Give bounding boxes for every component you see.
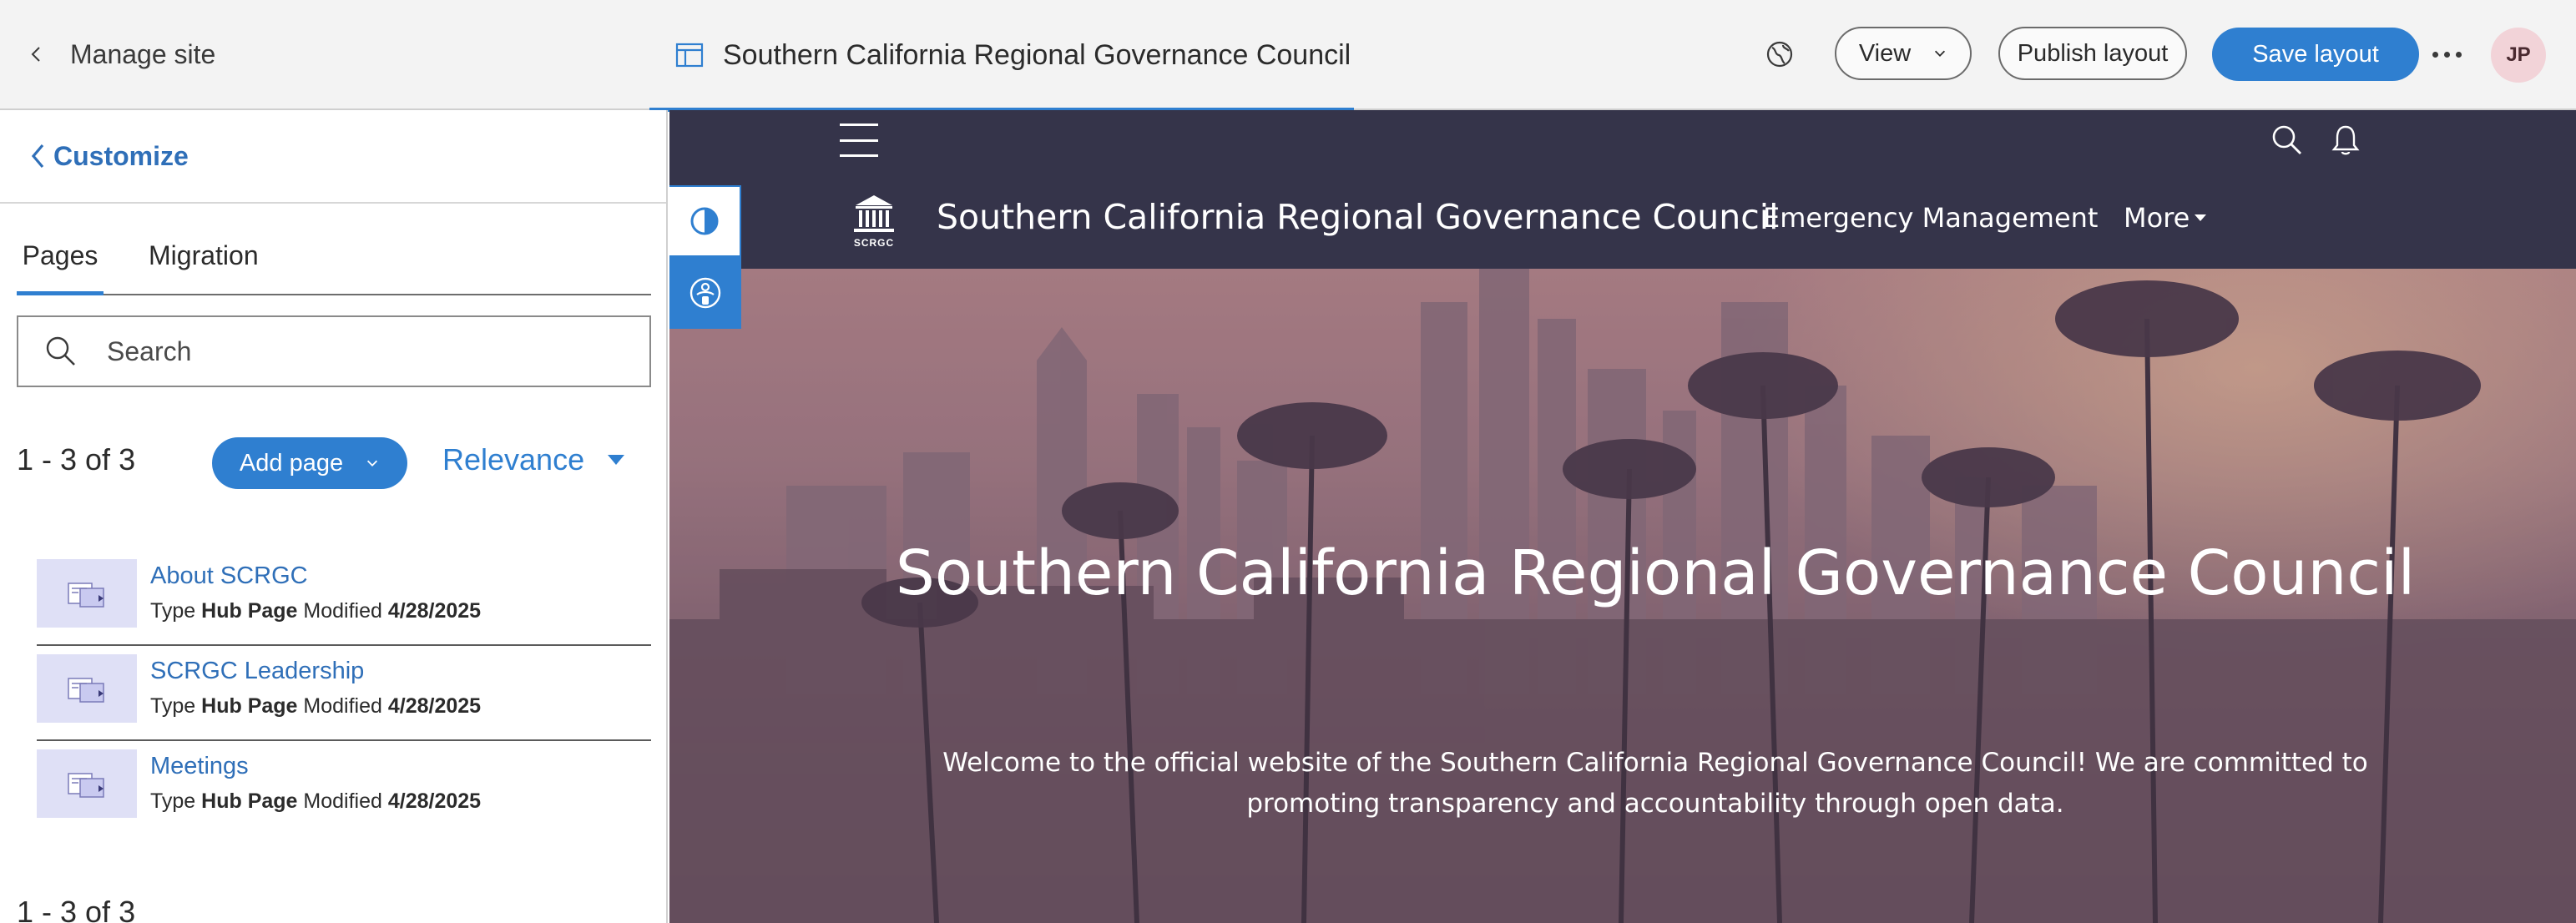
chevron-left-icon (31, 144, 44, 169)
view-label: View (1858, 39, 1912, 67)
hero-banner: Southern California Regional Governance … (669, 269, 2576, 923)
customize-panel: Customize Pages Migration 1 - 3 of 3 Add… (0, 110, 668, 923)
modified-label: Modified (303, 599, 382, 623)
modified-label: Modified (303, 789, 382, 813)
panel-tabs: Pages Migration (17, 235, 651, 295)
search-icon (46, 336, 75, 366)
tab-pages[interactable]: Pages (17, 235, 104, 295)
page-type: Hub Page (201, 694, 298, 718)
view-dropdown-button[interactable]: View (1835, 27, 1972, 80)
tab-migration[interactable]: Migration (149, 235, 259, 294)
page-title-link[interactable]: Meetings (150, 753, 249, 780)
site-tab-title: Southern California Regional Governance … (723, 38, 1351, 71)
language-globe-button[interactable] (1763, 27, 1796, 82)
bell-icon[interactable] (2331, 124, 2361, 157)
modified-label: Modified (303, 694, 382, 718)
chevron-down-icon (1935, 50, 1946, 57)
site-logo[interactable]: SCRGC (850, 194, 898, 252)
page-thumbnail-icon (68, 583, 104, 608)
contrast-toggle-button[interactable] (669, 185, 741, 257)
save-layout-label: Save layout (2252, 40, 2379, 68)
add-page-button[interactable]: Add page (212, 437, 407, 489)
publish-layout-label: Publish layout (2017, 39, 2169, 67)
page-type: Hub Page (201, 789, 298, 813)
hero-subtitle: Welcome to the official website of the S… (942, 748, 2368, 819)
sort-dropdown[interactable]: Relevance (442, 442, 625, 477)
publish-layout-button[interactable]: Publish layout (1998, 27, 2187, 80)
site-name[interactable]: Southern California Regional Governance … (937, 197, 1779, 237)
page-modified: 4/28/2025 (387, 789, 482, 813)
results-count-bottom: 1 - 3 of 3 (17, 895, 136, 923)
type-label: Type (150, 789, 196, 813)
list-item[interactable]: About SCRGC Type Hub Page Modified 4/28/… (37, 551, 651, 646)
layout-icon (675, 43, 704, 68)
sort-label: Relevance (442, 442, 585, 477)
pages-search (17, 315, 651, 387)
page-meta: Type Hub Page Modified 4/28/2025 (150, 789, 481, 814)
tab-migration-label: Migration (149, 240, 259, 270)
page-title-link[interactable]: SCRGC Leadership (150, 658, 364, 685)
list-item[interactable]: SCRGC Leadership Type Hub Page Modified … (37, 646, 651, 741)
nav-more-label: More (2124, 202, 2190, 234)
page-modified: 4/28/2025 (387, 694, 482, 718)
nav-link-emergency-management[interactable]: Emergency Management (1763, 202, 2098, 234)
site-tab[interactable]: Southern California Regional Governance … (649, 0, 1354, 112)
page-meta: Type Hub Page Modified 4/28/2025 (150, 599, 481, 623)
customize-back-button[interactable]: Customize (27, 135, 189, 177)
chevron-left-icon (31, 47, 40, 62)
page-title-link[interactable]: About SCRGC (150, 562, 308, 590)
manage-site-back-link[interactable]: Manage site (27, 33, 215, 75)
nav-more-dropdown[interactable]: More (2124, 202, 2207, 234)
accessibility-icon (689, 277, 721, 309)
top-header: Manage site Southern California Regional… (0, 0, 2576, 112)
page-thumbnail (37, 559, 137, 628)
page-thumbnail (37, 654, 137, 723)
type-label: Type (150, 694, 196, 718)
page-meta: Type Hub Page Modified 4/28/2025 (150, 694, 481, 719)
page-thumbnail-icon (68, 678, 104, 703)
type-label: Type (150, 599, 196, 623)
accessibility-button[interactable] (669, 257, 741, 329)
page-type: Hub Page (201, 599, 298, 623)
customize-label: Customize (53, 140, 189, 171)
search-input[interactable] (107, 335, 608, 367)
chevron-down-icon (367, 460, 378, 467)
hamburger-menu-icon[interactable] (840, 124, 878, 157)
panel-divider (0, 202, 666, 204)
tab-pages-label: Pages (22, 240, 98, 270)
site-navbar: SCRGC Southern California Regional Gover… (669, 110, 2576, 269)
avatar-initials: JP (2506, 43, 2531, 66)
search-icon[interactable] (2270, 124, 2304, 157)
capitol-building-icon (854, 195, 894, 232)
avatar[interactable]: JP (2491, 28, 2546, 83)
save-layout-button[interactable]: Save layout (2212, 28, 2419, 81)
results-count: 1 - 3 of 3 (17, 442, 136, 477)
page-modified: 4/28/2025 (387, 599, 482, 623)
caret-down-icon (608, 455, 625, 465)
hero-title: Southern California Regional Governance … (895, 537, 2416, 609)
page-thumbnail-icon (68, 773, 104, 798)
more-options-icon[interactable] (2409, 42, 2484, 67)
accessibility-toolbar (669, 185, 741, 329)
globe-icon (1766, 41, 1793, 68)
list-item[interactable]: Meetings Type Hub Page Modified 4/28/202… (37, 741, 651, 836)
contrast-icon (690, 207, 719, 235)
caret-down-icon (2195, 214, 2207, 221)
page-thumbnail (37, 749, 137, 818)
manage-site-label: Manage site (70, 38, 216, 69)
add-page-label: Add page (239, 449, 344, 477)
logo-text: SCRGC (853, 237, 895, 249)
site-preview: SCRGC Southern California Regional Gover… (669, 110, 2576, 923)
pages-list: About SCRGC Type Hub Page Modified 4/28/… (37, 551, 651, 836)
